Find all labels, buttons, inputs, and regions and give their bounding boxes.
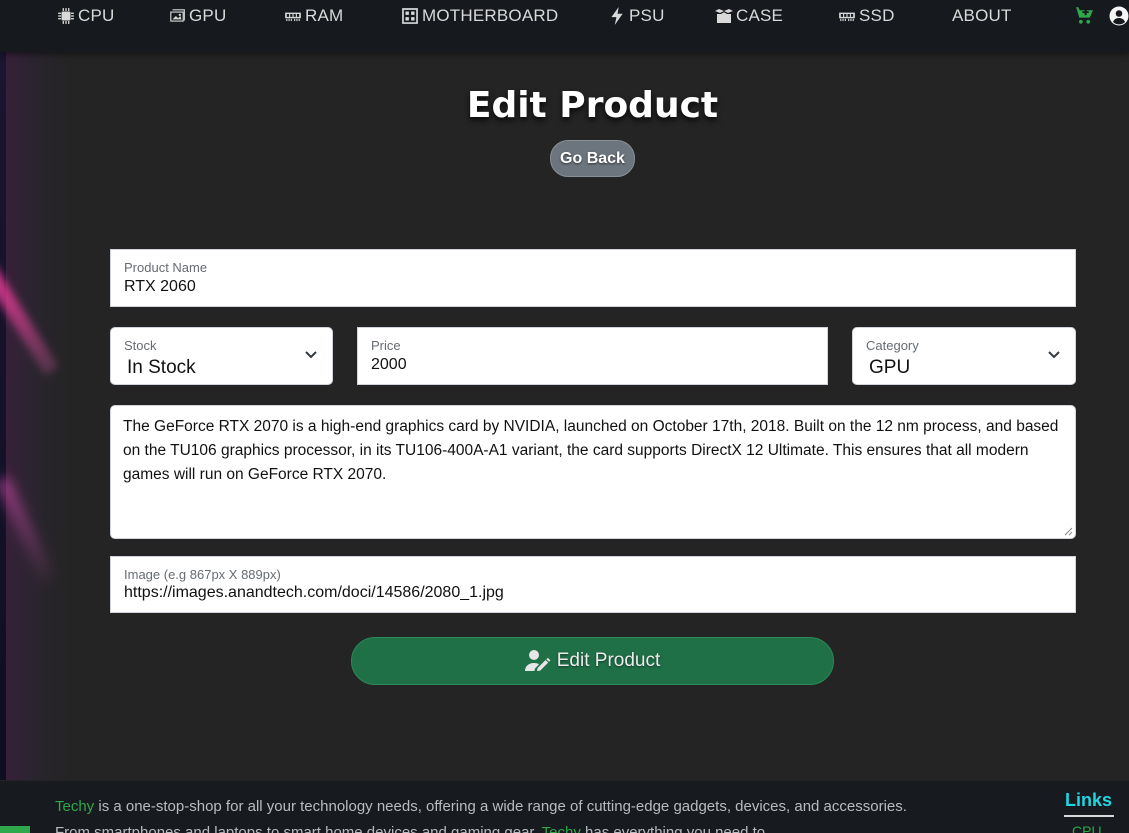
category-select[interactable]: Category GPU xyxy=(852,327,1076,385)
price-label: Price xyxy=(371,338,401,353)
nav-case[interactable]: CASE xyxy=(715,5,783,27)
motherboard-icon xyxy=(402,8,418,24)
footer-links-title: Links xyxy=(1065,790,1113,810)
nav-ram-label: RAM xyxy=(305,6,344,25)
gpu-icon xyxy=(170,9,185,22)
page-title: Edit Product xyxy=(466,85,719,126)
bolt-icon xyxy=(611,7,623,25)
footer-about-text-1: is a one-stop-shop for all your technolo… xyxy=(55,798,907,833)
user-icon xyxy=(1109,6,1129,26)
resize-handle-icon[interactable] xyxy=(1064,527,1073,536)
image-url-label: Image (e.g 867px X 889px) xyxy=(124,567,281,582)
category-value: GPU xyxy=(869,357,911,378)
description-text: The GeForce RTX 2070 is a high-end graph… xyxy=(123,418,1059,483)
footer-brand-2[interactable]: Techy xyxy=(542,824,581,833)
user-edit-icon xyxy=(524,650,551,671)
footer-brand[interactable]: Techy xyxy=(55,798,94,815)
image-url-value: https://images.anandtech.com/doci/14586/… xyxy=(124,584,504,601)
footer-about: Techy is a one-stop-shop for all your te… xyxy=(55,794,915,833)
stock-label: Stock xyxy=(124,338,157,353)
product-name-field[interactable]: Product Name RTX 2060 xyxy=(110,249,1076,307)
nav-about-label: ABOUT xyxy=(952,6,1012,25)
price-field[interactable]: Price 2000 xyxy=(357,327,828,385)
nav-about[interactable]: ABOUT xyxy=(952,5,1012,27)
ram-icon xyxy=(285,12,301,22)
ssd-icon xyxy=(839,12,855,22)
category-label: Category xyxy=(866,338,919,353)
cart-button[interactable] xyxy=(1073,6,1094,29)
nav-motherboard[interactable]: MOTHERBOARD xyxy=(401,5,558,27)
cpu-icon xyxy=(58,8,74,24)
stock-value: In Stock xyxy=(127,357,196,378)
side-decoration xyxy=(0,52,70,780)
nav-psu[interactable]: PSU xyxy=(608,5,665,27)
user-button[interactable] xyxy=(1109,6,1129,30)
nav-motherboard-label: MOTHERBOARD xyxy=(422,6,559,25)
nav-gpu-label: GPU xyxy=(189,6,227,25)
nav-ram[interactable]: RAM xyxy=(284,5,343,27)
footer-links-divider xyxy=(1064,815,1114,817)
nav-ssd-label: SSD xyxy=(859,6,895,25)
top-navbar: CPU GPU RAM MOTHERBOARD PSU CASE SSD ABO… xyxy=(0,0,1129,52)
edit-product-button[interactable]: Edit Product xyxy=(351,637,834,685)
box-icon xyxy=(715,9,733,23)
footer-link-cpu[interactable]: CPU xyxy=(1072,823,1102,833)
chevron-down-icon xyxy=(1048,351,1060,359)
cart-icon xyxy=(1073,7,1093,24)
footer-about-text-2: has everything you need to xyxy=(580,824,766,833)
price-value: 2000 xyxy=(371,356,407,373)
nav-cpu[interactable]: CPU xyxy=(57,5,115,27)
product-name-label: Product Name xyxy=(124,260,208,275)
nav-ssd[interactable]: SSD xyxy=(838,5,895,27)
edit-product-label: Edit Product xyxy=(556,650,661,671)
footer: Techy is a one-stop-shop for all your te… xyxy=(0,781,1129,833)
go-back-button[interactable]: Go Back xyxy=(550,140,635,177)
nav-psu-label: PSU xyxy=(629,6,665,25)
nav-case-label: CASE xyxy=(736,6,784,25)
description-textarea[interactable]: The GeForce RTX 2070 is a high-end graph… xyxy=(110,405,1076,539)
nav-cpu-label: CPU xyxy=(78,6,115,25)
image-url-field[interactable]: Image (e.g 867px X 889px) https://images… xyxy=(110,556,1076,613)
nav-gpu[interactable]: GPU xyxy=(168,5,226,27)
stock-select[interactable]: Stock In Stock xyxy=(110,327,333,385)
product-name-value: RTX 2060 xyxy=(124,278,196,295)
scroll-indicator xyxy=(0,826,30,833)
chevron-down-icon xyxy=(305,351,317,359)
